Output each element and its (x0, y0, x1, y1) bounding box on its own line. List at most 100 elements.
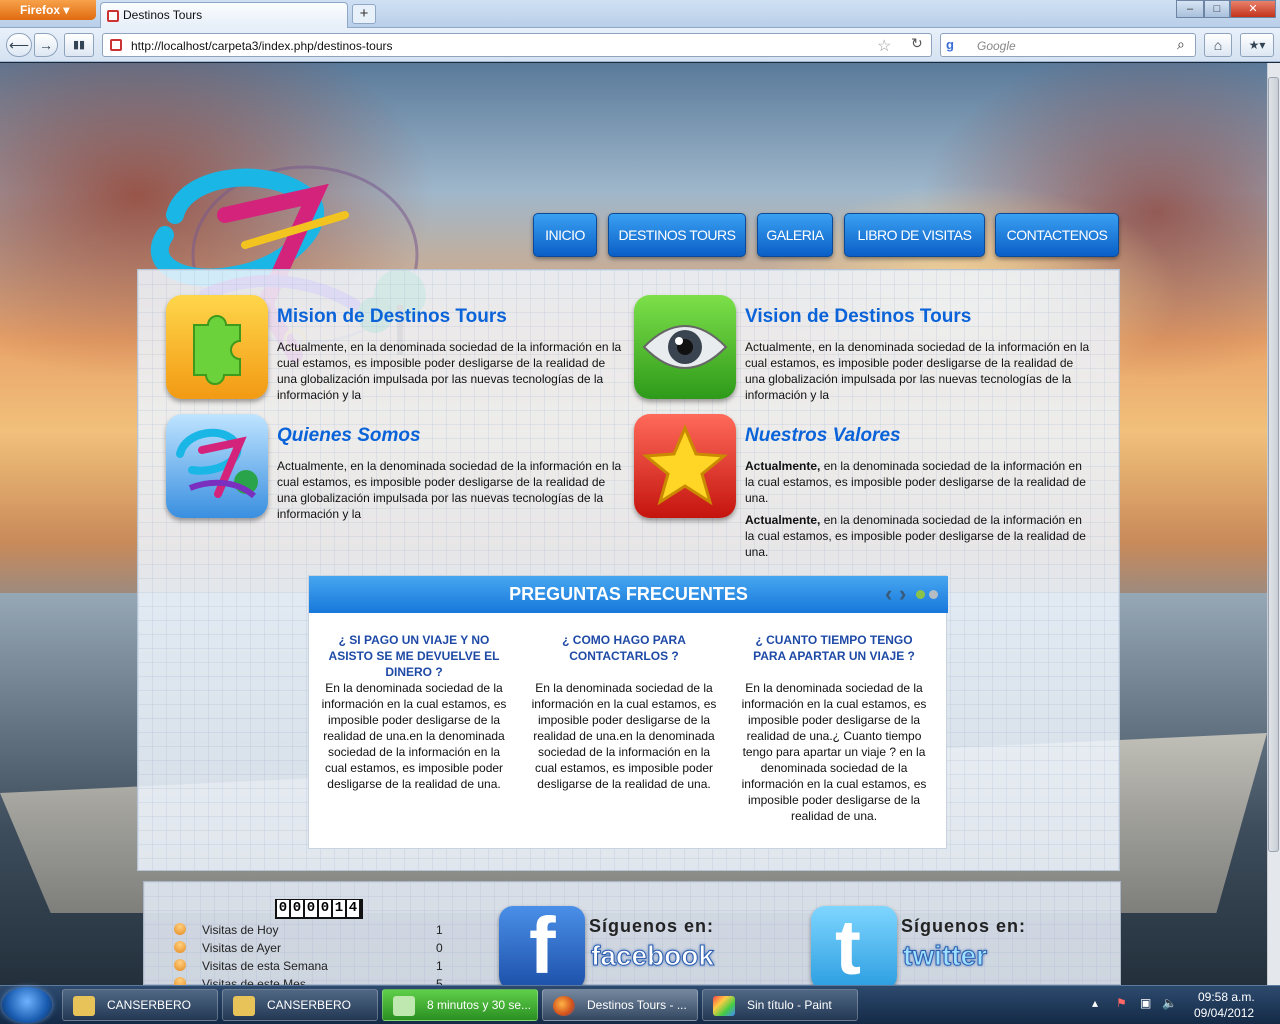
facebook-brand: facebook (591, 940, 715, 972)
favicon-icon (107, 10, 119, 22)
visits-row: Visitas de este Mes 5 (174, 975, 444, 985)
taskbar-item-folder-1[interactable]: CANSERBERO (62, 989, 218, 1021)
bookmark-star-icon[interactable]: ☆ (877, 36, 891, 56)
home-icon[interactable]: ⌂ (1204, 33, 1232, 57)
facebook-icon: f (499, 901, 585, 985)
faq-prev-icon[interactable]: ‹ (885, 576, 892, 612)
twitter-follow-label: Síguenos en: (901, 916, 1027, 936)
section-title-valores: Nuestros Valores (745, 425, 901, 446)
section-text-vision: Actualmente, en la denominada sociedad d… (745, 340, 1090, 402)
user-icon (174, 977, 186, 985)
page-viewport: INICIO DESTINOS TOURS GALERIA LIBRO DE V… (0, 63, 1267, 985)
twitter-follow-link[interactable]: t Síguenos en: twitter (799, 903, 1039, 985)
faq-answer-1: En la denominada sociedad de la informac… (321, 681, 507, 791)
reload-icon[interactable]: ↻ (911, 35, 923, 52)
bookmarks-menu-icon[interactable]: ★▾ (1240, 33, 1274, 57)
maximize-button[interactable]: □ (1204, 0, 1230, 18)
system-tray: ▴ ⚑ ▣ 🔈 09:58 a.m. 09/04/2012 (1082, 987, 1280, 1023)
facebook-follow-link[interactable]: f Síguenos en: facebook (487, 901, 727, 985)
visits-row: Visitas de esta Semana 1 (174, 957, 444, 975)
facebook-glyph: f (529, 901, 556, 985)
taskbar-item-download[interactable]: 8 minutos y 30 se... (382, 989, 538, 1021)
menu-libro-de-visitas[interactable]: LIBRO DE VISITAS (844, 213, 985, 257)
section-text-quienes-somos: Actualmente, en la denominada sociedad d… (277, 459, 622, 521)
eye-icon (634, 295, 736, 399)
network-icon[interactable]: ⚑ (1116, 996, 1127, 1010)
faq-title: PREGUNTAS FRECUENTES (509, 584, 748, 604)
menu-galeria[interactable]: GALERIA (757, 213, 833, 257)
url-text: http://localhost/carpeta3/index.php/dest… (131, 39, 393, 53)
close-button[interactable]: ✕ (1230, 0, 1276, 18)
download-icon (393, 996, 415, 1016)
section-text-valores-2: Actualmente, en la denominada sociedad d… (745, 512, 1093, 560)
faq-header: PREGUNTAS FRECUENTES ‹ › (309, 576, 948, 613)
google-icon: g (946, 37, 954, 52)
counter-digit: 4 (347, 900, 359, 917)
tab-title: Destinos Tours (123, 8, 203, 22)
volume-icon[interactable]: 🔈 (1162, 996, 1177, 1010)
tray-expand-icon[interactable]: ▴ (1092, 996, 1098, 1010)
clock-date[interactable]: 09/04/2012 (1194, 1006, 1254, 1020)
paint-icon (713, 996, 735, 1016)
menu-inicio[interactable]: INICIO (533, 213, 597, 257)
faq-next-icon[interactable]: › (899, 576, 906, 612)
firefox-icon (553, 996, 575, 1016)
twitter-brand: twitter (903, 940, 988, 972)
search-placeholder: Google (977, 39, 1016, 53)
section-text-valores-1: Actualmente, en la denominada sociedad d… (745, 458, 1093, 506)
footer-panel: 000014 Visitas de Hoy 1 Visitas de Ayer 0 … (143, 881, 1121, 985)
counter-digit: 0 (319, 900, 331, 917)
visits-value: 5 (436, 977, 443, 985)
counter-digit: 0 (305, 900, 317, 917)
minimize-button[interactable]: – (1176, 0, 1204, 18)
section-text-mision: Actualmente, en la denominada sociedad d… (277, 340, 622, 402)
firefox-menu-button[interactable]: Firefox ▾ (0, 0, 96, 20)
user-icon (174, 923, 186, 935)
start-button[interactable] (2, 987, 52, 1023)
faq-answer-2: En la denominada sociedad de la informac… (531, 681, 717, 791)
folder-icon (233, 996, 255, 1016)
logo-icon (166, 414, 268, 518)
faq-dot-active-icon[interactable] (916, 590, 925, 599)
faq-question-1: ¿ SI PAGO UN VIAJE Y NO ASISTO SE ME DEV… (328, 633, 500, 679)
forward-arrow-icon[interactable]: → (34, 33, 58, 57)
taskbar-item-folder-2[interactable]: CANSERBERO (222, 989, 378, 1021)
visits-row: Visitas de Ayer 0 (174, 939, 444, 957)
display-icon[interactable]: ▣ (1140, 996, 1151, 1010)
history-icon[interactable]: ▮▮ (64, 33, 94, 57)
taskbar-label: CANSERBERO (267, 998, 352, 1012)
faq-dot-icon[interactable] (929, 590, 938, 599)
puzzle-icon (166, 295, 268, 399)
back-arrow-icon[interactable]: ⟵ (6, 33, 32, 57)
taskbar-label: Sin título - Paint (747, 998, 832, 1012)
taskbar-item-paint[interactable]: Sin título - Paint (702, 989, 858, 1021)
folder-icon (73, 996, 95, 1016)
firefox-menu-label: Firefox (20, 3, 61, 17)
site-favicon-icon (110, 39, 122, 51)
navigation-toolbar: ⟵ → ▮▮ http://localhost/carpeta3/index.p… (0, 28, 1280, 62)
new-tab-button[interactable]: + (352, 4, 376, 24)
section-title-vision: Vision de Destinos Tours (745, 306, 972, 327)
user-icon (174, 941, 186, 953)
counter-digit: 0 (277, 900, 289, 917)
section-title-mision: Mision de Destinos Tours (277, 306, 507, 327)
menu-destinos-tours[interactable]: DESTINOS TOURS (608, 213, 746, 257)
search-icon[interactable]: ⌕ (1177, 36, 1185, 53)
twitter-icon: t (811, 903, 897, 985)
facebook-follow-label: Síguenos en: (589, 916, 715, 936)
taskbar-label: 8 minutos y 30 se... (427, 998, 532, 1012)
menu-contactenos[interactable]: CONTACTENOS (995, 213, 1119, 257)
faq-question-3: ¿ CUANTO TIEMPO TENGO PARA APARTAR UN VI… (753, 633, 915, 663)
scrollbar-thumb[interactable] (1268, 77, 1279, 852)
taskbar-label: Destinos Tours - ... (587, 998, 687, 1012)
clock-time[interactable]: 09:58 a.m. (1198, 990, 1255, 1004)
taskbar-item-firefox[interactable]: Destinos Tours - ... (542, 989, 698, 1021)
browser-tab[interactable]: Destinos Tours (100, 2, 348, 28)
url-bar[interactable]: http://localhost/carpeta3/index.php/dest… (102, 33, 932, 57)
visits-row: Visitas de Hoy 1 (174, 921, 444, 939)
visits-value: 0 (436, 941, 443, 955)
search-input[interactable]: g Google ⌕ (940, 33, 1196, 57)
valores-bold-1: Actualmente, (745, 459, 821, 473)
visits-value: 1 (436, 923, 443, 937)
faq-question-2: ¿ COMO HAGO PARA CONTACTARLOS ? (562, 633, 686, 663)
